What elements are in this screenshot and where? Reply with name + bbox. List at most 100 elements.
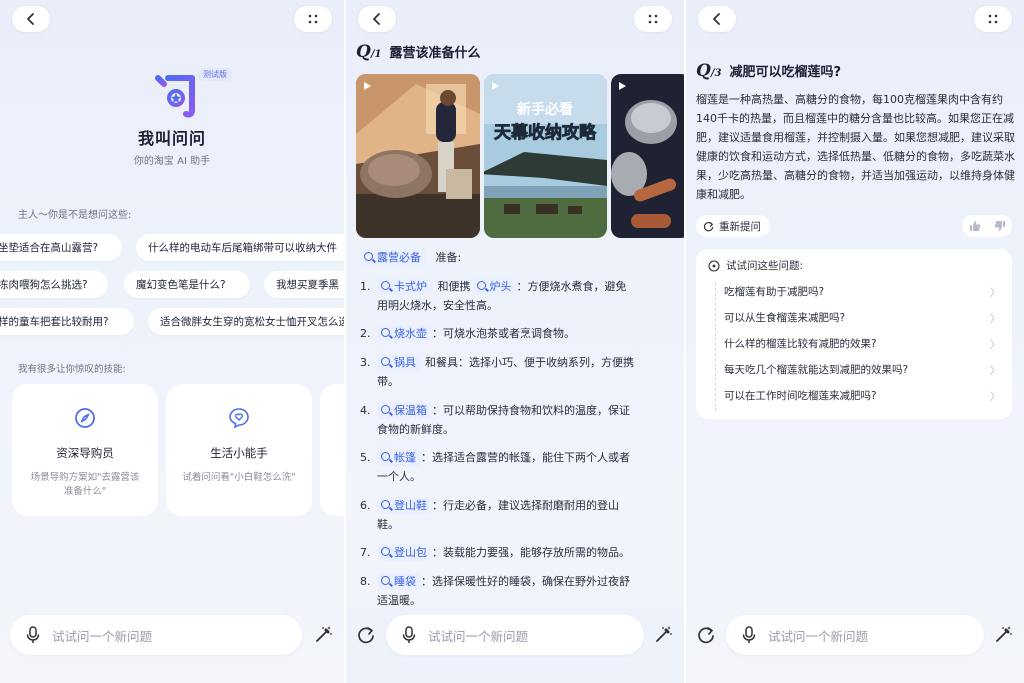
play-icon <box>364 82 371 90</box>
more-button[interactable] <box>294 6 332 32</box>
answer-intro: 露营必备 准备: <box>360 248 672 267</box>
suggestion-prompt: 主人～你是不是想问这些: <box>18 210 132 221</box>
back-button[interactable] <box>12 6 50 32</box>
intro-text: 准备: <box>435 251 462 264</box>
search-tag[interactable]: 睡袋 <box>377 573 421 590</box>
more-icon <box>648 14 658 24</box>
skill-card-partial[interactable] <box>320 384 344 516</box>
search-tag-icon <box>381 576 390 585</box>
question-heading: Q/3 减肥可以吃榴莲吗? <box>696 61 841 81</box>
search-tag[interactable]: 登山包 <box>377 544 432 561</box>
suggested-question[interactable]: 什么样的榴莲比较有减肥的效果? 〉 <box>724 336 1004 351</box>
search-tag[interactable]: 烧水壶 <box>377 325 432 342</box>
suggestion-chip[interactable]: 冻肉喂狗怎么挑选? <box>0 271 108 298</box>
back-button[interactable] <box>698 6 736 32</box>
magic-wand-icon[interactable] <box>314 624 334 644</box>
chevron-right-icon: 〉 <box>990 288 1000 299</box>
suggestion-chip[interactable]: 什么样的电动车后尾箱绑带可以收纳大件 <box>136 234 344 261</box>
skill-name: 生活小能手 <box>210 446 268 460</box>
suggestion-chip[interactable]: 我想买夏季黑 <box>264 271 344 298</box>
list-item: 2. 烧水壶 ：可烧水泡茶或者烹调食物。 <box>360 325 575 342</box>
suggested-question[interactable]: 可以在工作时间吃榴莲来减肥吗? 〉 <box>724 388 1004 403</box>
list-item: 7. 登山包 ：装载能力要强，能够存放所需的物品。 <box>360 544 630 561</box>
beta-badge: 测试版 <box>198 68 232 81</box>
search-tag[interactable]: 保温箱 <box>377 402 432 419</box>
back-icon <box>27 13 34 25</box>
divider <box>715 283 716 411</box>
search-tag-icon <box>364 252 373 261</box>
brand-name: 我叫问问 <box>137 129 206 148</box>
back-icon <box>713 13 720 25</box>
video-thumbnail-canopy[interactable]: 新手必看 天幕收纳攻略 <box>484 74 607 238</box>
list-item: 8. 睡袋 ：选择保暖性好的睡袋，确保在野外过夜舒 适温暖。 <box>360 573 630 607</box>
suggested-questions-card: 试试问这些问题: 吃榴莲有助于减肥吗? 〉 可以从生食榴莲来减肥吗? 〉 什么样的榴… <box>696 249 1012 419</box>
question-circle-icon <box>708 259 720 272</box>
search-tag-icon <box>381 328 390 337</box>
brand-subtitle: 你的淘宝 AI 助手 <box>133 156 211 167</box>
suggested-question[interactable]: 每天吃几个榴莲就能达到减肥的效果吗? 〉 <box>724 362 1004 377</box>
question-input[interactable]: 试试问一个新问题 <box>10 615 302 655</box>
thumb-up-icon[interactable] <box>969 220 981 232</box>
search-tag[interactable]: 露营必备 <box>360 249 426 266</box>
video-thumbnail-cookware[interactable] <box>611 74 684 238</box>
chevron-right-icon: 〉 <box>990 366 1000 377</box>
search-tag-icon <box>381 405 390 414</box>
suggested-question[interactable]: 吃榴莲有助于减肥吗? 〉 <box>724 284 1004 299</box>
question-number: Q/1 <box>356 42 382 62</box>
thumbnail-caption-2: 天幕收纳攻略 <box>494 122 597 143</box>
search-tag-icon <box>381 452 390 461</box>
suggestion-chip[interactable]: 魔幻变色笔是什么? <box>124 271 250 298</box>
skill-desc: 场景导购方案如"去露营该准备什么" <box>30 472 140 497</box>
heart-bubble-icon <box>229 408 249 429</box>
thumbnail-caption-1: 新手必看 <box>517 101 573 118</box>
more-button[interactable] <box>634 6 672 32</box>
search-tag-icon <box>381 547 390 556</box>
compass-icon <box>75 408 95 428</box>
list-item: 3. 锅具 和餐具：选择小巧、便于收纳系列，方便携 带。 <box>360 354 634 388</box>
search-tag[interactable]: 卡式炉 <box>377 278 432 295</box>
suggested-questions-title: 试试问这些问题: <box>708 258 803 273</box>
mic-icon[interactable] <box>742 626 756 644</box>
suggestion-chip[interactable]: 适合微胖女生穿的宽松女士恤开叉怎么选 <box>148 308 344 335</box>
thumb-down-icon[interactable] <box>994 220 1006 232</box>
input-placeholder: 试试问一个新问题 <box>428 628 529 644</box>
list-item: 1. 卡式炉 和便携 炉头 ：方便烧水煮食，避免 用明火烧水，安全性高。 <box>360 278 627 312</box>
skill-name: 资深导购员 <box>56 446 114 460</box>
skill-card-life-helper[interactable]: 生活小能手 试着问问看"小白鞋怎么洗" <box>166 384 312 516</box>
skills-title: 我有很多让你惊叹的技能: <box>18 364 126 375</box>
feedback-group <box>962 215 1012 237</box>
suggestion-chip[interactable]: 坐垫适合在高山露营? <box>0 234 122 261</box>
suggestion-chip[interactable]: 样的童车把套比较耐用? <box>0 308 134 335</box>
suggested-question[interactable]: 可以从生食榴莲来减肥吗? 〉 <box>724 310 1004 325</box>
search-tag[interactable]: 登山鞋 <box>377 497 432 514</box>
wenwen-logo <box>150 70 200 120</box>
search-tag-icon <box>381 281 390 290</box>
more-icon <box>988 14 998 24</box>
mic-icon[interactable] <box>26 626 40 644</box>
question-input[interactable]: 试试问一个新问题 <box>726 615 984 655</box>
more-button[interactable] <box>974 6 1012 32</box>
question-text: 露营该准备什么 <box>389 46 481 61</box>
retry-label: 重新提问 <box>719 220 761 233</box>
more-icon <box>308 14 318 24</box>
search-tag[interactable]: 炉头 <box>472 278 517 295</box>
retry-button[interactable]: 重新提问 <box>696 215 770 237</box>
input-placeholder: 试试问一个新问题 <box>52 628 153 644</box>
search-tag[interactable]: 帐篷 <box>377 449 421 466</box>
magic-wand-icon[interactable] <box>994 624 1014 644</box>
video-thumbnail-tent[interactable] <box>356 74 480 238</box>
mic-icon[interactable] <box>402 626 416 644</box>
back-icon <box>373 13 380 25</box>
list-item: 6. 登山鞋 ：行走必备，建议选择耐磨耐用的登山 鞋。 <box>360 497 619 531</box>
question-input[interactable]: 试试问一个新问题 <box>386 615 644 655</box>
search-tag[interactable]: 锅具 <box>377 354 421 371</box>
search-tag-icon <box>381 500 390 509</box>
back-button[interactable] <box>358 6 396 32</box>
home-screen-panel: 测试版 我叫问问 你的淘宝 AI 助手 主人～你是不是想问这些: 坐垫适合在高山… <box>0 0 344 683</box>
refresh-icon[interactable] <box>696 625 716 645</box>
play-icon <box>492 82 499 90</box>
magic-wand-icon[interactable] <box>654 624 674 644</box>
refresh-icon[interactable] <box>356 625 376 645</box>
question-heading: Q/1 露营该准备什么 <box>356 42 480 62</box>
skill-card-shopping-guide[interactable]: 资深导购员 场景导购方案如"去露营该准备什么" <box>12 384 158 516</box>
